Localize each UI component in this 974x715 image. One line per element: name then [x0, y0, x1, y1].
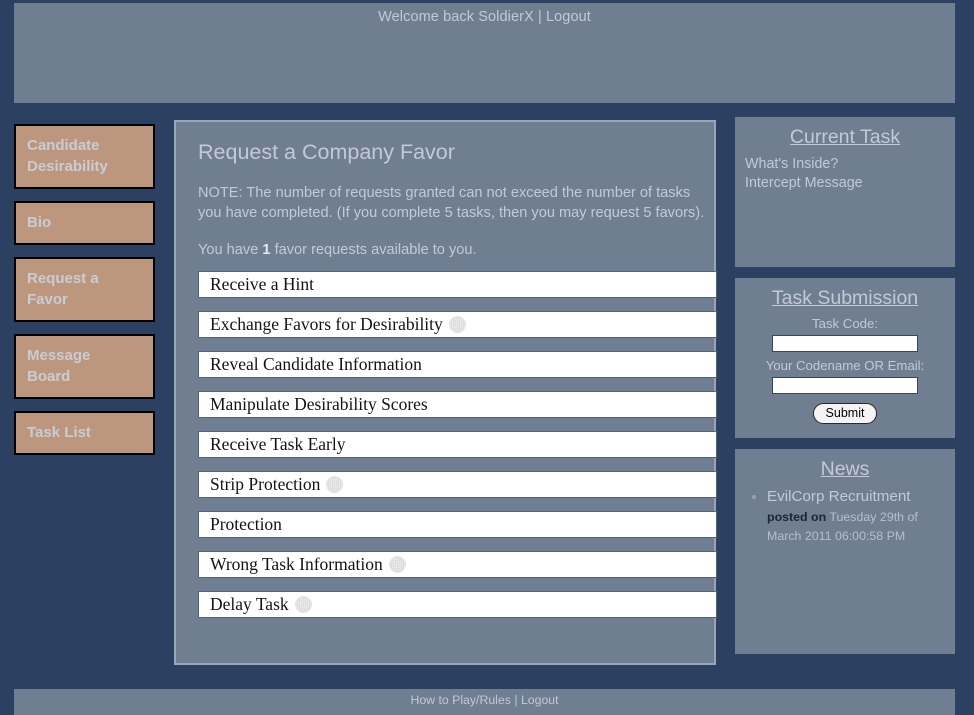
news-list: EvilCorp Recruitment posted on Tuesday 2…: [745, 487, 945, 546]
left-sidebar-nav: Candidate Desirability Bio Request a Fav…: [14, 124, 155, 467]
task-submission-title: Task Submission: [771, 287, 919, 309]
news-title: News: [820, 458, 870, 480]
news-headline: EvilCorp Recruitment: [767, 488, 911, 505]
sidebar-item-label: Candidate Desirability: [27, 137, 108, 175]
note-text: NOTE: The number of requests granted can…: [198, 185, 705, 221]
codename-or-email-input[interactable]: [772, 377, 918, 394]
favor-item-exchange-favors-for-desirability[interactable]: Exchange Favors for Desirability: [198, 311, 717, 338]
favor-count-prefix: You have: [198, 242, 263, 258]
task-code-input[interactable]: [772, 335, 918, 352]
news-panel: News EvilCorp Recruitment posted on Tues…: [735, 449, 955, 654]
current-task-line-2: Intercept Message: [745, 175, 863, 191]
sidebar-item-candidate-desirability[interactable]: Candidate Desirability: [14, 124, 155, 189]
current-task-panel: Current Task What's Inside? Intercept Me…: [735, 117, 955, 267]
favor-item-strip-protection[interactable]: Strip Protection: [198, 471, 717, 498]
how-to-play-rules-link[interactable]: How to Play/Rules: [410, 693, 510, 707]
header-separator: |: [533, 9, 546, 25]
favor-count-suffix: favor requests available to you.: [270, 242, 477, 258]
welcome-line: Welcome back SoldierX | Logout: [14, 3, 955, 25]
sidebar-item-bio[interactable]: Bio: [14, 201, 155, 245]
current-task-line-1: What's Inside?: [745, 156, 839, 172]
favor-item-label: Manipulate Desirability Scores: [210, 393, 428, 414]
submit-button[interactable]: Submit: [812, 403, 878, 424]
welcome-text: Welcome back SoldierX: [378, 9, 534, 25]
concentric-circle-badge-icon: [295, 597, 311, 612]
favor-item-receive-a-hint[interactable]: Receive a Hint: [198, 271, 717, 298]
concentric-circle-badge-icon: [389, 557, 405, 572]
news-meta: posted on Tuesday 29th of March 2011 06:…: [767, 508, 945, 546]
favor-item-receive-task-early[interactable]: Receive Task Early: [198, 431, 717, 458]
favor-item-label: Strip Protection: [210, 473, 321, 494]
sidebar-item-label: Request a Favor: [27, 270, 99, 308]
right-sidebar: Current Task What's Inside? Intercept Me…: [735, 117, 955, 665]
favor-item-reveal-candidate-information[interactable]: Reveal Candidate Information: [198, 351, 717, 378]
favor-item-label: Receive a Hint: [210, 273, 314, 294]
concentric-circle-badge-icon: [449, 317, 465, 332]
news-list-item[interactable]: EvilCorp Recruitment posted on Tuesday 2…: [767, 487, 945, 546]
favor-list: Receive a Hint Exchange Favors for Desir…: [190, 271, 717, 618]
page-title: Request a Company Favor: [198, 140, 455, 164]
favor-item-label: Wrong Task Information: [210, 553, 383, 574]
footer-separator: |: [510, 693, 521, 707]
favor-count-value: 1: [262, 242, 271, 258]
concentric-circle-badge-icon: [327, 477, 343, 492]
current-task-title: Current Task: [789, 126, 901, 148]
sidebar-item-request-a-favor[interactable]: Request a Favor: [14, 257, 155, 322]
header-banner: Welcome back SoldierX | Logout: [14, 3, 955, 103]
favor-item-label: Protection: [210, 513, 282, 534]
favor-item-manipulate-desirability-scores[interactable]: Manipulate Desirability Scores: [198, 391, 717, 418]
footer-logout-link[interactable]: Logout: [521, 693, 559, 707]
sidebar-item-label: Bio: [27, 214, 52, 231]
news-posted-label: posted on: [767, 510, 827, 524]
main-content-panel: Request a Company Favor NOTE: The number…: [174, 120, 717, 665]
task-code-label: Task Code:: [812, 316, 878, 331]
codename-label: Your Codename OR Email:: [765, 358, 925, 373]
sidebar-item-label: Message Board: [27, 347, 91, 385]
favor-item-delay-task[interactable]: Delay Task: [198, 591, 717, 618]
favor-item-protection[interactable]: Protection: [198, 511, 717, 538]
favor-item-wrong-task-information[interactable]: Wrong Task Information: [198, 551, 717, 578]
favor-item-label: Reveal Candidate Information: [210, 353, 422, 374]
favor-item-label: Receive Task Early: [210, 433, 346, 454]
footer-line: How to Play/Rules | Logout: [14, 689, 955, 707]
sidebar-item-message-board[interactable]: Message Board: [14, 334, 155, 399]
footer-banner: How to Play/Rules | Logout: [14, 689, 955, 715]
submit-button-wrapper: Submit: [745, 403, 945, 424]
favor-item-label: Delay Task: [210, 593, 289, 614]
favor-count-text: You have 1 favor requests available to y…: [198, 242, 700, 258]
favor-item-label: Exchange Favors for Desirability: [210, 313, 443, 334]
sidebar-item-label: Task List: [27, 424, 91, 441]
header-logout-link[interactable]: Logout: [546, 9, 591, 25]
task-submission-panel: Task Submission Task Code: Your Codename…: [735, 278, 955, 438]
sidebar-item-task-list[interactable]: Task List: [14, 411, 155, 455]
